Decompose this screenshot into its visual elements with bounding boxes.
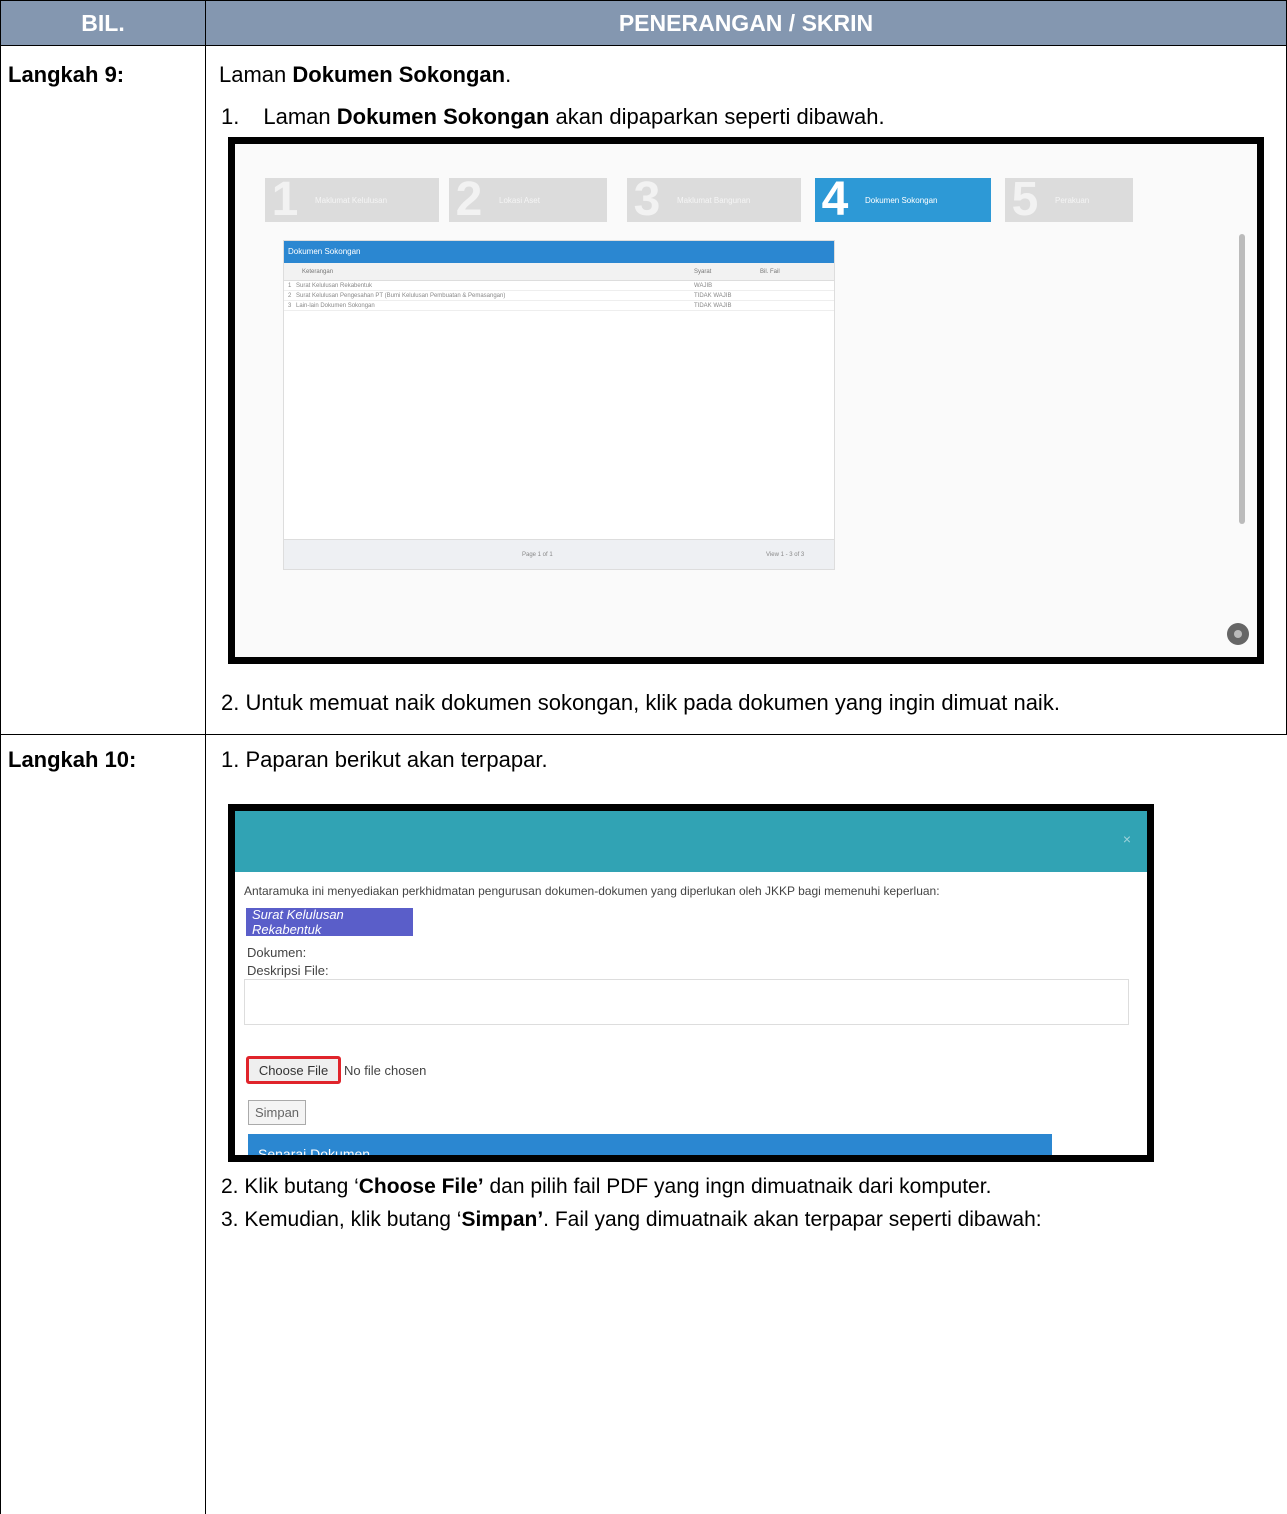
col-syarat: Syarat — [694, 269, 712, 275]
table-row[interactable]: 2 Surat Kelulusan Pengesahan PT (Bumi Ke… — [284, 291, 834, 301]
row-number: 2 — [288, 293, 292, 299]
panel-pager: Page 1 of 1 View 1 - 3 of 3 — [284, 539, 834, 569]
table-row[interactable]: 1 Surat Kelulusan Rekabentuk WAJIB — [284, 281, 834, 291]
wizard-step-number: 5 — [1011, 173, 1039, 226]
close-icon[interactable]: × — [1123, 831, 1131, 847]
row-syarat: TIDAK WAJIB — [694, 293, 732, 299]
panel-title: Dokumen Sokongan — [284, 241, 834, 263]
step9-item2: 2. Untuk memuat naik dokumen sokongan, k… — [221, 690, 1060, 715]
deskripsi-input[interactable] — [244, 979, 1129, 1025]
screenshot-upload-dialog: × Antaramuka ini menyediakan perkhidmata… — [228, 804, 1154, 1162]
wizard-step-number: 4 — [821, 173, 849, 226]
col-bil-fail: Bil. Fail — [760, 269, 780, 275]
column-header-row: Keterangan Syarat Bil. Fail — [284, 263, 834, 281]
wizard-step-label: Dokumen Sokongan — [865, 195, 938, 205]
wizard-step-2: 2 Lokasi Aset — [449, 173, 607, 226]
wizard-step-number: 1 — [271, 173, 299, 226]
row-syarat: TIDAK WAJIB — [694, 303, 732, 309]
screenshot-dokumen-sokongan: 1 Maklumat Kelulusan 2 Lokasi Aset 3 Maklum… — [228, 137, 1264, 664]
step10-label: Langkah 10: — [8, 747, 137, 772]
table-row[interactable]: 3 Lain-lain Dokumen Sokongan TIDAK WAJIB — [284, 301, 834, 311]
choose-file-button[interactable]: Choose File — [246, 1056, 341, 1084]
wizard-step-label: Maklumat Kelulusan — [315, 195, 388, 205]
step10-item1: 1. Paparan berikut akan terpapar. — [221, 747, 548, 772]
step10-item3: 3. Kemudian, klik butang ‘Simpan’. Fail … — [221, 1208, 1042, 1231]
header-penerangan: PENERANGAN / SKRIN — [205, 0, 1287, 46]
row-description: Surat Kelulusan Pengesahan PT (Bumi Kelu… — [296, 293, 506, 299]
wizard-step-label: Maklumat Bangunan — [677, 195, 751, 205]
modal-header — [235, 811, 1147, 872]
screen1-frame: 1 Maklumat Kelulusan 2 Lokasi Aset 3 Maklum… — [235, 144, 1257, 657]
wizard-step-number: 3 — [633, 173, 661, 226]
scrollbar[interactable] — [1239, 234, 1245, 524]
step9-item1: 1. Laman Dokumen Sokongan akan dipaparkan… — [221, 104, 885, 129]
view-count: View 1 - 3 of 3 — [766, 552, 805, 558]
step10-item2: 2. Klik butang ‘Choose File’ dan pilih f… — [221, 1175, 992, 1198]
row-syarat: WAJIB — [694, 283, 713, 289]
wizard-step-1: 1 Maklumat Kelulusan — [265, 173, 439, 226]
dokumen-sokongan-panel: Dokumen Sokongan Keterangan Syarat Bil. … — [283, 240, 835, 570]
row-divider — [0, 734, 1287, 735]
column-divider — [205, 46, 206, 1514]
wizard-step-label: Lokasi Aset — [499, 195, 540, 205]
wizard-step-4: 4 Dokumen Sokongan — [815, 173, 991, 226]
simpan-button[interactable]: Simpan — [248, 1100, 306, 1125]
dokumen-label: Dokumen: — [247, 945, 307, 960]
scroll-top-icon[interactable] — [1227, 623, 1249, 645]
step9-title: Laman Dokumen Sokongan. — [219, 62, 512, 87]
table-border-left — [0, 46, 1, 1514]
row-description: Lain-lain Dokumen Sokongan — [296, 303, 375, 309]
header-bil: BIL. — [0, 0, 206, 46]
row-description: Surat Kelulusan Rekabentuk — [296, 283, 373, 289]
wizard-step-number: 2 — [455, 173, 483, 226]
step9-label: Langkah 9: — [8, 62, 125, 87]
no-file-text: No file chosen — [344, 1063, 427, 1078]
surat-kelulusan-button[interactable]: Surat Kelulusan Rekabentuk — [246, 907, 413, 937]
senarai-dokumen-header: Senarai Dokumen — [248, 1134, 1052, 1155]
deskripsi-label: Deskripsi File: — [247, 963, 329, 978]
wizard-step-label: Perakuan — [1055, 195, 1090, 205]
row-number: 1 — [288, 283, 292, 289]
wizard-step-3: 3 Maklumat Bangunan — [627, 173, 801, 226]
pager-text[interactable]: Page 1 of 1 — [522, 552, 553, 558]
row-number: 3 — [288, 303, 292, 309]
col-keterangan: Keterangan — [302, 269, 334, 275]
intro-text: Antaramuka ini menyediakan perkhidmatan … — [244, 884, 940, 898]
wizard-step-5: 5 Perakuan — [1005, 173, 1133, 226]
